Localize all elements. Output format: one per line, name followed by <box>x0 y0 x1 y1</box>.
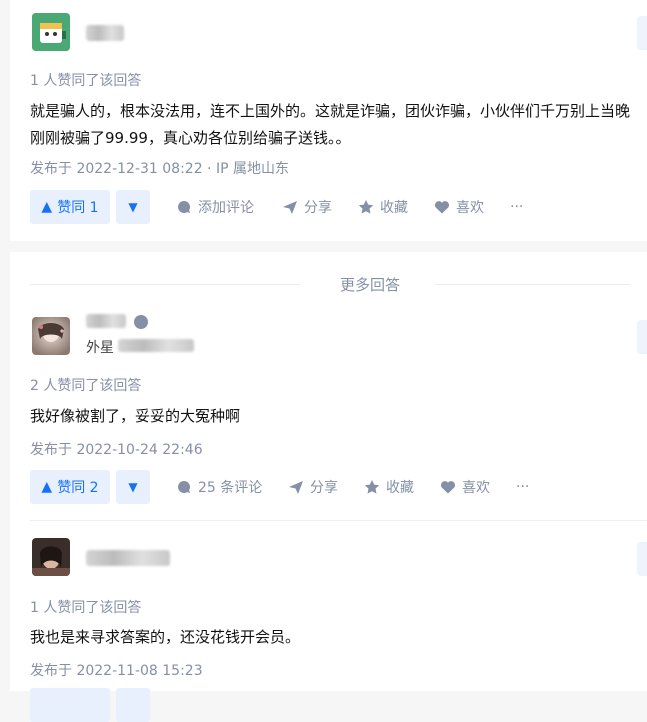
more-icon: ··· <box>516 479 530 495</box>
vote-down-button[interactable]: ▼ <box>116 470 150 504</box>
more-answers-card: 更多回答 外星 2 人赞同了该回答 我好像被割了，妥妥的大冤种啊 发布于 202… <box>10 252 647 722</box>
comment-button[interactable]: 添加评论 <box>176 190 254 224</box>
answer-content: 我也是来寻求答案的，还没花钱开会员。 <box>30 628 301 646</box>
comment-label: 25 条评论 <box>198 480 263 496</box>
verified-badge-icon <box>134 315 148 329</box>
voters-count: 2 人赞同了该回答 <box>30 378 142 394</box>
triangle-down-icon: ▼ <box>128 480 138 494</box>
follow-button[interactable] <box>637 16 647 50</box>
collect-button[interactable]: 收藏 <box>358 190 408 224</box>
share-button[interactable]: 分享 <box>288 470 338 504</box>
comment-icon <box>178 200 191 213</box>
vote-down-button[interactable] <box>116 688 150 722</box>
vote-up-button[interactable] <box>30 688 110 722</box>
collect-label: 收藏 <box>386 480 414 496</box>
answer-separator <box>30 520 647 521</box>
triangle-up-icon: ▲ <box>41 479 53 495</box>
vote-down-button[interactable]: ▼ <box>116 190 150 224</box>
share-label: 分享 <box>310 480 338 496</box>
like-label: 喜欢 <box>462 480 490 496</box>
triangle-up-icon: ▲ <box>41 199 53 215</box>
avatar-image <box>32 317 70 355</box>
author-name-blurred[interactable] <box>86 550 170 566</box>
more-options-button[interactable]: ··· <box>516 470 529 504</box>
more-options-button[interactable]: ··· <box>510 190 523 224</box>
voters-count: 1 人赞同了该回答 <box>30 73 142 89</box>
heart-icon <box>434 201 450 214</box>
more-icon: ··· <box>510 199 524 215</box>
triangle-down-icon: ▼ <box>128 200 138 214</box>
share-icon <box>289 481 303 494</box>
more-answers-label: 更多回答 <box>339 276 400 294</box>
like-button[interactable]: 喜欢 <box>434 190 484 224</box>
answer-timestamp: 发布于 2022-12-31 08:22 · IP 属地山东 <box>30 161 289 177</box>
share-button[interactable]: 分享 <box>282 190 332 224</box>
follow-button[interactable] <box>637 542 647 576</box>
avatar[interactable] <box>32 317 70 355</box>
star-icon <box>364 480 380 494</box>
author-headline-blurred <box>118 339 194 352</box>
avatar-image <box>32 538 70 576</box>
answer-actions: ▲ 赞同 2 ▼ 25 条评论 分享 收藏 喜欢 ··· <box>30 470 630 504</box>
avatar[interactable] <box>32 13 70 51</box>
heart-icon <box>440 481 456 494</box>
vote-up-label: 赞同 1 <box>57 200 99 216</box>
collect-label: 收藏 <box>380 200 408 216</box>
answer-timestamp: 发布于 2022-10-24 22:46 <box>30 442 203 458</box>
share-label: 分享 <box>304 200 332 216</box>
answer-actions: ▲ 赞同 1 ▼ 添加评论 分享 收藏 喜欢 ··· <box>30 190 630 224</box>
answer-timestamp: 发布于 2022-11-08 15:23 <box>30 663 203 679</box>
author-headline: 外星 <box>86 340 114 356</box>
star-icon <box>358 200 374 214</box>
answer-content: 就是骗人的，根本没法用，连不上国外的。这就是诈骗，团伙诈骗，小伙伴们千万别上当晚… <box>30 102 631 147</box>
vote-up-button[interactable]: ▲ 赞同 2 <box>30 470 110 504</box>
voters-count: 1 人赞同了该回答 <box>30 600 142 616</box>
follow-button[interactable] <box>637 320 647 354</box>
comment-label: 添加评论 <box>198 200 254 216</box>
answer-content: 我好像被割了，妥妥的大冤种啊 <box>30 407 241 425</box>
avatar-image <box>32 13 70 51</box>
author-name-blurred[interactable] <box>86 25 124 41</box>
vote-up-button[interactable]: ▲ 赞同 1 <box>30 190 110 224</box>
like-button[interactable]: 喜欢 <box>440 470 490 504</box>
answer-card: 1 人赞同了该回答 就是骗人的，根本没法用，连不上国外的。这就是诈骗，团伙诈骗，… <box>10 0 647 241</box>
vote-up-label: 赞同 2 <box>57 480 99 496</box>
like-label: 喜欢 <box>456 200 484 216</box>
more-answers-divider: 更多回答 <box>30 274 630 294</box>
share-icon <box>283 201 297 214</box>
answer-actions <box>30 688 630 722</box>
avatar[interactable] <box>32 538 70 576</box>
collect-button[interactable]: 收藏 <box>364 470 414 504</box>
comment-icon <box>178 480 191 493</box>
comment-button[interactable]: 25 条评论 <box>176 470 262 504</box>
author-name-blurred[interactable] <box>86 314 126 328</box>
